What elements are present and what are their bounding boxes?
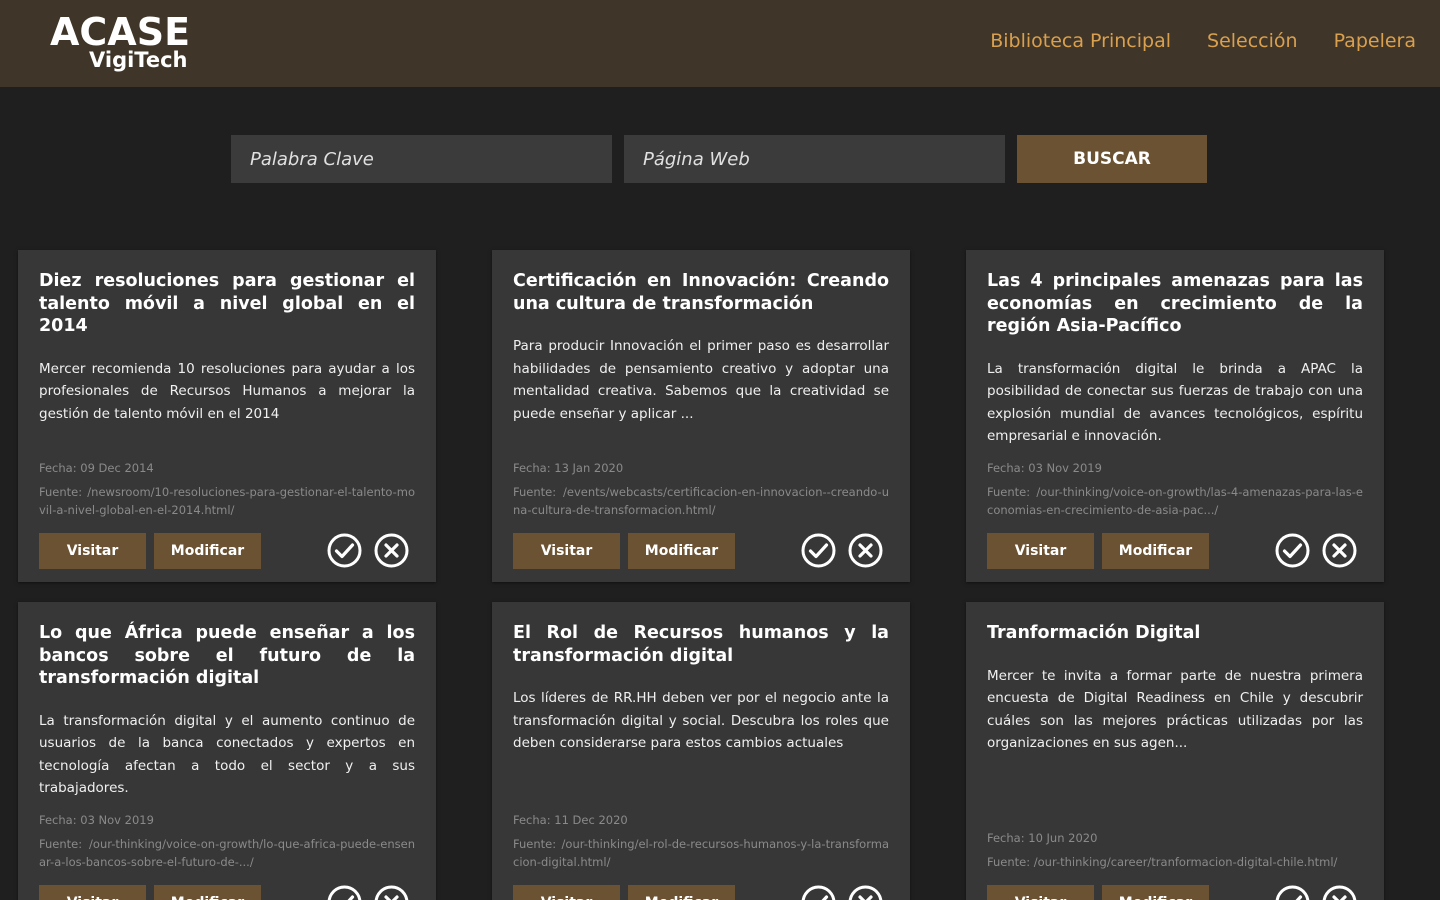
edit-button[interactable]: Modificar (1102, 533, 1209, 569)
card-description: Para producir Innovación el primer paso … (513, 338, 889, 422)
article-card: Certificación en Innovación: Creando una… (492, 250, 910, 582)
visit-button[interactable]: Visitar (39, 885, 146, 900)
x-circle-icon[interactable] (1322, 885, 1357, 900)
card-source: Fuente: /newsroom/10-resoluciones-para-g… (39, 485, 415, 517)
card-date: Fecha: 13 Jan 2020 (513, 461, 624, 475)
article-card: El Rol de Recursos humanos y la transfor… (492, 602, 910, 900)
edit-button[interactable]: Modificar (628, 885, 735, 900)
visit-button[interactable]: Visitar (987, 533, 1094, 569)
card-source: Fuente: /our-thinking/el-rol-de-recursos… (513, 837, 889, 869)
card-description: Mercer te invita a formar parte de nuest… (987, 667, 1363, 752)
card-meta: Fecha: 03 Nov 2019 Fuente: /our-thinking… (39, 812, 415, 871)
edit-button[interactable]: Modificar (154, 533, 261, 569)
x-circle-icon[interactable] (374, 885, 409, 900)
card-source: Fuente: /our-thinking/voice-on-growth/lo… (39, 837, 415, 869)
card-actions: Visitar Modificar (987, 533, 1363, 569)
visit-button[interactable]: Visitar (513, 533, 620, 569)
edit-button[interactable]: Modificar (1102, 885, 1209, 900)
check-circle-icon[interactable] (327, 885, 362, 900)
card-description: La transformación digital le brinda a AP… (987, 360, 1363, 445)
card-description: La transformación digital y el aumento c… (39, 712, 415, 797)
article-card: Diez resoluciones para gestionar el tale… (18, 250, 436, 582)
card-meta: Fecha: 13 Jan 2020 Fuente: /events/webca… (513, 460, 889, 519)
card-date: Fecha: 11 Dec 2020 (513, 813, 628, 827)
visit-button[interactable]: Visitar (987, 885, 1094, 900)
card-actions: Visitar Modificar (39, 885, 415, 900)
search-button[interactable]: BUSCAR (1017, 135, 1207, 183)
x-circle-icon[interactable] (374, 533, 409, 568)
card-date: Fecha: 09 Dec 2014 (39, 461, 154, 475)
card-description: Mercer recomienda 10 resoluciones para a… (39, 360, 415, 422)
card-source: Fuente: /events/webcasts/certificacion-e… (513, 485, 889, 517)
visit-button[interactable]: Visitar (513, 885, 620, 900)
top-header: ACASE VigiTech Biblioteca Principal Sele… (0, 0, 1440, 87)
card-actions: Visitar Modificar (513, 533, 889, 569)
nav-biblioteca-principal[interactable]: Biblioteca Principal (990, 28, 1171, 54)
card-meta: Fecha: 03 Nov 2019 Fuente: /our-thinking… (987, 460, 1363, 519)
card-date: Fecha: 10 Jun 2020 (987, 831, 1098, 845)
article-card: Las 4 principales amenazas para las econ… (966, 250, 1384, 582)
nav-seleccion[interactable]: Selección (1207, 28, 1298, 54)
card-description: Los líderes de RR.HH deben ver por el ne… (513, 690, 889, 752)
card-date: Fecha: 03 Nov 2019 (39, 813, 154, 827)
x-circle-icon[interactable] (848, 533, 883, 568)
card-meta: Fecha: 09 Dec 2014 Fuente: /newsroom/10-… (39, 460, 415, 519)
card-title: Diez resoluciones para gestionar el tale… (39, 271, 415, 336)
card-actions: Visitar Modificar (513, 885, 889, 900)
article-card: Lo que África puede enseñar a los bancos… (18, 602, 436, 900)
keyword-input[interactable] (231, 135, 612, 183)
logo-subtitle: VigiTech (89, 48, 188, 72)
check-circle-icon[interactable] (801, 885, 836, 900)
check-circle-icon[interactable] (1275, 533, 1310, 568)
edit-button[interactable]: Modificar (628, 533, 735, 569)
card-actions: Visitar Modificar (39, 533, 415, 569)
logo[interactable]: ACASE VigiTech (50, 12, 190, 76)
logo-title: ACASE (50, 10, 191, 54)
card-title: El Rol de Recursos humanos y la transfor… (513, 623, 889, 666)
x-circle-icon[interactable] (1322, 533, 1357, 568)
card-title: Lo que África puede enseñar a los bancos… (39, 623, 415, 688)
article-card: Tranformación Digital Mercer te invita a… (966, 602, 1384, 900)
x-circle-icon[interactable] (848, 885, 883, 900)
card-meta: Fecha: 10 Jun 2020 Fuente: /our-thinking… (987, 830, 1363, 871)
website-input[interactable] (624, 135, 1005, 183)
card-date: Fecha: 03 Nov 2019 (987, 461, 1102, 475)
main-nav: Biblioteca Principal Selección Papelera (990, 28, 1416, 54)
card-source: Fuente: /our-thinking/voice-on-growth/la… (987, 485, 1363, 517)
check-circle-icon[interactable] (801, 533, 836, 568)
edit-button[interactable]: Modificar (154, 885, 261, 900)
check-circle-icon[interactable] (327, 533, 362, 568)
check-circle-icon[interactable] (1275, 885, 1310, 900)
card-title: Las 4 principales amenazas para las econ… (987, 271, 1363, 336)
card-meta: Fecha: 11 Dec 2020 Fuente: /our-thinking… (513, 812, 889, 871)
card-actions: Visitar Modificar (987, 885, 1363, 900)
card-title: Certificación en Innovación: Creando una… (513, 271, 889, 314)
visit-button[interactable]: Visitar (39, 533, 146, 569)
card-source: Fuente: /our-thinking/career/tranformaci… (987, 855, 1338, 869)
nav-papelera[interactable]: Papelera (1334, 28, 1416, 54)
card-title: Tranformación Digital (987, 623, 1201, 643)
